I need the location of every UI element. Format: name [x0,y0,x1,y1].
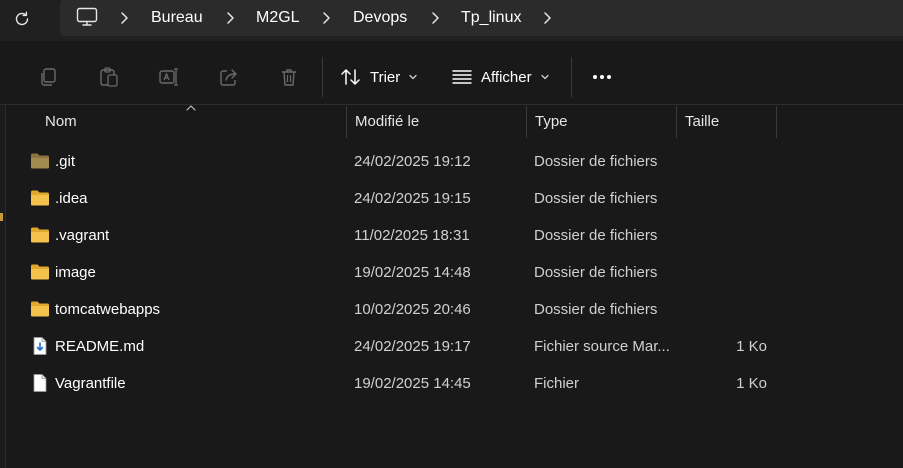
file-name: README.md [55,338,145,355]
this-pc-icon[interactable] [76,7,98,27]
folder-icon [31,264,49,280]
paste-icon [100,67,118,87]
refresh-button[interactable] [8,5,36,33]
file-row[interactable]: README.md 24/02/2025 19:17 Fichier sourc… [20,328,780,365]
sort-button[interactable]: Trier [340,63,418,91]
copy-icon [41,68,56,86]
file-row[interactable]: Vagrantfile 19/02/2025 14:45 Fichier 1 K… [20,365,780,402]
column-resize-handle[interactable] [776,106,777,138]
file-modified: 11/02/2025 18:31 [354,227,470,244]
breadcrumb-item-bureau[interactable]: Bureau [151,0,203,36]
file-icon [33,374,47,392]
chevron-right-icon[interactable] [117,11,131,25]
file-row[interactable]: .idea 24/02/2025 19:15 Dossier de fichie… [20,180,780,217]
breadcrumb-item-tp-linux[interactable]: Tp_linux [461,0,521,36]
file-type: Dossier de fichiers [534,190,658,207]
breadcrumb[interactable]: Bureau M2GL Devops Tp_linux [60,0,903,36]
markdown-file-icon [33,337,47,355]
file-size: 1 Ko [736,338,767,355]
file-modified: 19/02/2025 14:45 [354,375,471,392]
file-modified: 24/02/2025 19:12 [354,153,471,170]
file-type: Dossier de fichiers [534,227,658,244]
file-name: Vagrantfile [55,375,126,392]
rename-button[interactable] [157,65,181,89]
folder-icon [31,301,49,317]
file-modified: 24/02/2025 19:17 [354,338,471,355]
file-size [710,217,767,254]
pane-divider[interactable] [5,105,6,468]
folder-icon [31,153,49,169]
file-row[interactable]: .git 24/02/2025 19:12 Dossier de fichier… [20,143,780,180]
view-label: Afficher [481,68,532,86]
refresh-icon [15,11,29,26]
file-size [710,143,767,180]
column-header-size[interactable]: Taille [677,105,776,139]
toolbar-divider [322,57,323,97]
file-type: Dossier de fichiers [534,301,658,318]
command-bar: Trier Afficher [0,41,903,105]
file-modified: 24/02/2025 19:15 [354,190,471,207]
file-row[interactable]: tomcatwebapps 10/02/2025 20:46 Dossier d… [20,291,780,328]
copy-button[interactable] [36,65,60,89]
file-name: tomcatwebapps [55,301,161,318]
breadcrumb-item-m2gl[interactable]: M2GL [256,0,300,36]
file-type: Fichier [534,375,580,392]
file-size [710,291,767,328]
file-type: Dossier de fichiers [534,264,658,281]
folder-icon [31,227,49,243]
chevron-right-icon[interactable] [223,11,237,25]
chevron-down-icon [409,74,417,80]
column-header-modified[interactable]: Modifié le [347,105,525,139]
file-row[interactable]: image 19/02/2025 14:48 Dossier de fichie… [20,254,780,291]
nav-folder-fragment [0,213,3,221]
chevron-right-icon[interactable] [319,11,333,25]
file-size [710,180,767,217]
file-size [710,254,767,291]
column-header-name[interactable]: Nom [37,105,344,139]
more-horizontal-icon [593,75,611,79]
file-row[interactable]: .vagrant 11/02/2025 18:31 Dossier de fic… [20,217,780,254]
file-type: Dossier de fichiers [534,153,658,170]
trash-icon [282,69,296,86]
delete-button[interactable] [277,65,301,89]
sort-icon [341,69,360,85]
toolbar-divider [571,57,572,97]
file-name: .idea [55,190,88,207]
file-modified: 19/02/2025 14:48 [354,264,471,281]
file-name: .vagrant [55,227,110,244]
file-size: 1 Ko [736,375,767,392]
view-list-icon [452,70,472,84]
file-name: .git [55,153,76,170]
paste-button[interactable] [97,65,121,89]
rename-icon [159,68,178,86]
chevron-right-icon[interactable] [428,11,442,25]
more-options-button[interactable] [590,65,614,89]
sort-label: Trier [370,68,401,86]
file-name: image [55,264,96,281]
chevron-down-icon [540,74,549,80]
view-button[interactable]: Afficher [451,63,550,91]
folder-icon [31,190,49,206]
file-type: Fichier source Mar... [534,338,670,355]
share-icon [220,69,237,86]
column-header-type[interactable]: Type [527,105,675,139]
breadcrumb-item-devops[interactable]: Devops [353,0,407,36]
chevron-right-icon[interactable] [540,11,554,25]
share-button[interactable] [217,65,241,89]
file-modified: 10/02/2025 20:46 [354,301,471,318]
address-bar: Bureau M2GL Devops Tp_linux [0,0,903,41]
